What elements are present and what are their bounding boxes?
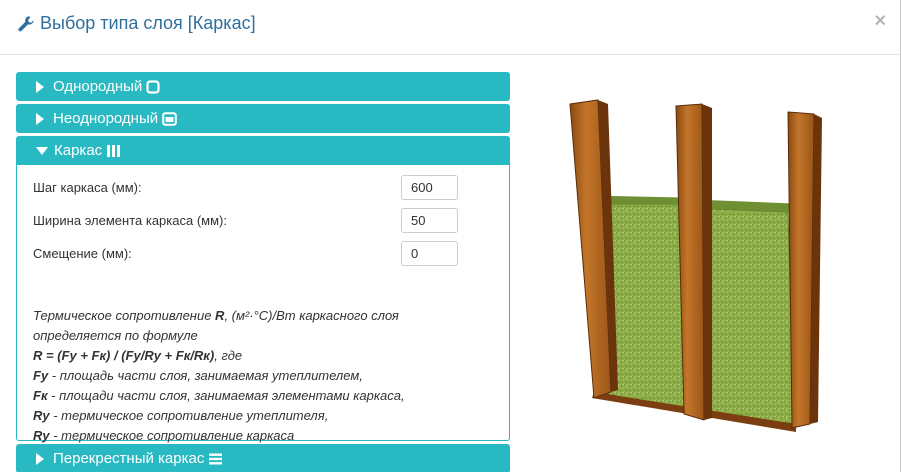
window-maximize-icon	[162, 111, 177, 126]
accordion-label: Перекрестный каркас	[53, 450, 205, 467]
wall-stud	[787, 111, 815, 429]
frame-settings-panel: Шаг каркаса (мм): Ширина элемента каркас…	[16, 165, 510, 443]
modal-title-text: Выбор типа слоя [Каркас]	[40, 13, 256, 33]
caret-down-icon	[36, 146, 48, 155]
layer-type-accordion: Однородный Неоднородный Каркас Шаг карка…	[16, 72, 510, 472]
frame-step-label: Шаг каркаса (мм):	[33, 180, 142, 195]
square-outline-icon	[146, 79, 160, 94]
frame-step-input[interactable]	[401, 175, 458, 200]
caret-right-icon	[36, 112, 44, 125]
caret-right-icon	[36, 452, 44, 465]
formula: R = (Fy + Fк) / (Fy/Ry + Fк/Rк)	[33, 348, 215, 363]
accordion-header-cross-frame[interactable]: Перекрестный каркас	[16, 444, 510, 472]
frame-width-input[interactable]	[401, 208, 458, 233]
offset-input[interactable]	[401, 241, 458, 266]
modal-title: Выбор типа слоя [Каркас]	[16, 13, 256, 34]
layer-type-modal: Выбор типа слоя [Каркас] × Однородный Не…	[0, 0, 901, 472]
caret-right-icon	[36, 80, 44, 93]
formula-description: Термическое сопротивление R, (м²·°С)/Вт …	[33, 308, 405, 443]
accordion-header-heterogeneous[interactable]: Неоднородный	[16, 104, 510, 133]
accordion-label: Однородный	[53, 78, 143, 95]
frame-width-label: Ширина элемента каркаса (мм):	[33, 213, 227, 228]
accordion-header-frame[interactable]: Каркас	[16, 136, 510, 165]
horizontal-bars-icon	[208, 452, 223, 466]
close-button[interactable]: ×	[874, 11, 886, 31]
offset-label: Смещение (мм):	[33, 246, 132, 261]
frame-wall-illustration	[569, 99, 822, 432]
accordion-label: Каркас	[54, 142, 103, 159]
accordion-label: Неоднородный	[53, 110, 159, 127]
wrench-icon	[18, 15, 34, 31]
modal-header: Выбор типа слоя [Каркас] ×	[0, 0, 900, 55]
vertical-bars-icon	[106, 144, 121, 158]
accordion-header-homogeneous[interactable]: Однородный	[16, 72, 510, 101]
